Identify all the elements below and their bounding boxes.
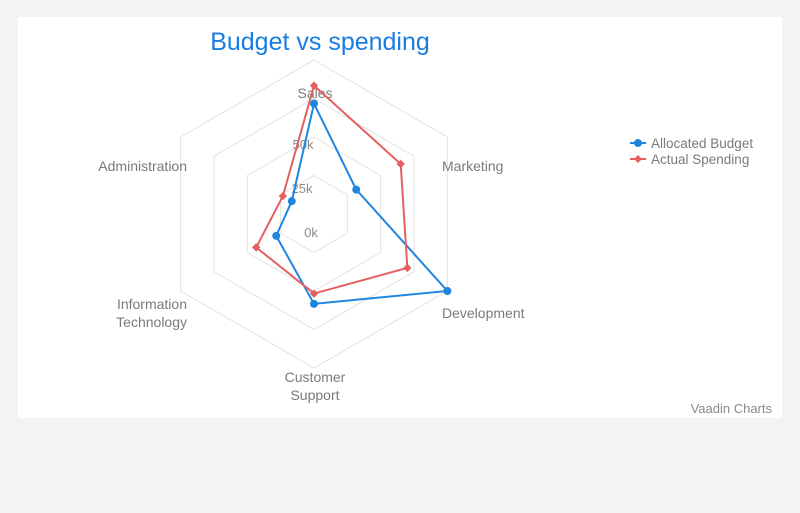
- legend-item[interactable]: Allocated Budget: [630, 136, 753, 151]
- legend: Allocated BudgetActual Spending: [630, 136, 753, 167]
- data-point[interactable]: [310, 99, 318, 108]
- tick-label: 0k: [304, 225, 318, 240]
- series-line: [275, 100, 450, 305]
- chart-card: Budget vs spending Sales Marketing Develop…: [18, 17, 782, 418]
- series-line: [254, 83, 409, 295]
- legend-label: Actual Spending: [651, 152, 749, 167]
- radar-chart: Budget vs spending SalesMarketingDevelop…: [98, 28, 773, 416]
- category-labels: SalesMarketingDevelopmentCustomer Support…: [98, 85, 524, 403]
- legend-item[interactable]: Actual Spending: [630, 152, 749, 167]
- legend-label: Allocated Budget: [651, 136, 753, 151]
- data-point[interactable]: [403, 263, 412, 273]
- data-point[interactable]: [352, 185, 361, 194]
- series-layer: [252, 81, 452, 308]
- series-actual-spending[interactable]: [252, 81, 412, 298]
- data-point[interactable]: [310, 299, 318, 308]
- credits-link[interactable]: Vaadin Charts: [691, 401, 773, 416]
- category-label: Information Technology: [116, 296, 187, 330]
- series-allocated-budget[interactable]: [272, 99, 452, 308]
- category-label: Customer Support: [285, 369, 346, 403]
- grid-ring: [246, 136, 382, 292]
- data-point[interactable]: [443, 287, 452, 295]
- category-label: Development: [442, 305, 525, 321]
- legend-marker: [634, 155, 642, 163]
- category-label: Administration: [98, 158, 187, 174]
- data-point[interactable]: [278, 191, 288, 201]
- data-point[interactable]: [272, 231, 281, 240]
- legend-marker: [634, 139, 642, 147]
- category-label: Marketing: [442, 158, 503, 174]
- chart-title: Budget vs spending: [210, 28, 430, 56]
- data-point[interactable]: [287, 197, 296, 206]
